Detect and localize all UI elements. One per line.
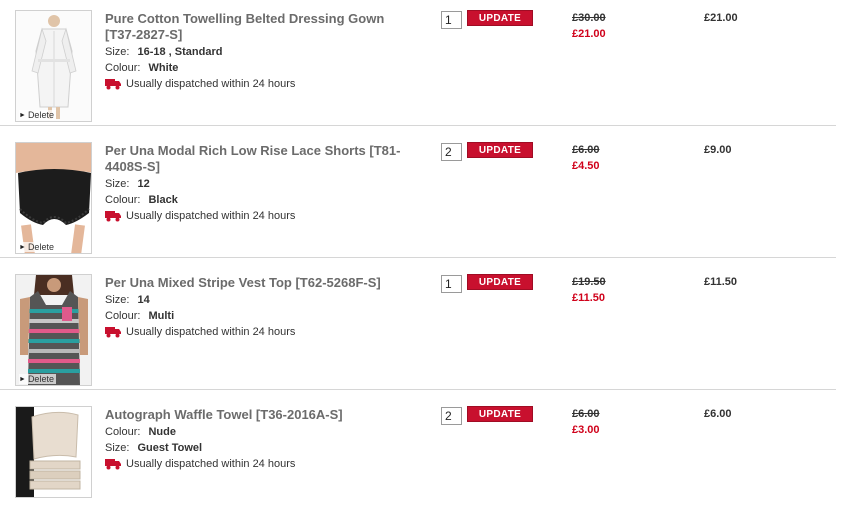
product-title[interactable]: Autograph Waffle Towel [T36-2016A-S] (105, 407, 415, 423)
attribute-value: Multi (148, 310, 175, 322)
attribute-label: Size: (105, 442, 130, 454)
quantity-input[interactable]: 2 (441, 407, 462, 425)
item-details: Autograph Waffle Towel [T36-2016A-S] Col… (105, 407, 415, 471)
dispatch-text: Usually dispatched within 24 hours (126, 78, 296, 90)
delete-label: Delete (27, 242, 54, 252)
line-total: £9.00 (704, 144, 732, 156)
lace-shorts-image (16, 143, 91, 253)
update-button[interactable]: UPDATE (467, 274, 533, 290)
delete-link[interactable]: ► Delete (19, 374, 56, 384)
item-attribute: Size: 14 (105, 293, 415, 307)
attribute-value: Black (148, 194, 178, 206)
line-total: £21.00 (704, 12, 738, 24)
towel-image (16, 407, 91, 497)
original-price: £19.50 (572, 276, 606, 288)
row-divider (0, 257, 836, 258)
dispatch-info: Usually dispatched within 24 hours (105, 209, 415, 223)
attribute-value: White (148, 62, 179, 74)
original-price: £6.00 (572, 144, 600, 156)
row-divider (0, 389, 836, 390)
line-total: £6.00 (704, 408, 732, 420)
sale-price: £3.00 (572, 424, 600, 436)
basket-item-row: ► Delete Per Una Modal Rich Low Rise Lac… (0, 132, 836, 264)
basket-item-row: ► Delete Pure Cotton Towelling Belted Dr… (0, 0, 836, 132)
attribute-label: Size: (105, 46, 130, 58)
attribute-label: Colour: (105, 426, 141, 438)
delivery-truck-icon (105, 211, 121, 222)
attribute-value: Guest Towel (137, 442, 203, 454)
attribute-value: 12 (137, 178, 150, 190)
product-thumbnail[interactable]: ► Delete (15, 142, 92, 254)
attribute-label: Size: (105, 178, 130, 190)
delete-label: Delete (27, 374, 54, 384)
product-thumbnail[interactable] (15, 406, 92, 498)
dispatch-text: Usually dispatched within 24 hours (126, 326, 296, 338)
quantity-input[interactable]: 1 (441, 275, 462, 293)
line-total: £11.50 (704, 276, 738, 288)
quantity-input[interactable]: 2 (441, 143, 462, 161)
item-details: Pure Cotton Towelling Belted Dressing Go… (105, 11, 415, 91)
sale-price: £11.50 (572, 292, 606, 304)
item-attribute: Size: 12 (105, 177, 415, 191)
delivery-truck-icon (105, 459, 121, 470)
product-thumbnail[interactable]: ► Delete (15, 10, 92, 122)
delivery-truck-icon (105, 79, 121, 90)
item-attribute: Colour: White (105, 61, 415, 75)
delete-link[interactable]: ► Delete (19, 110, 56, 120)
sale-price: £4.50 (572, 160, 600, 172)
arrow-right-icon: ► (19, 111, 26, 119)
item-attribute: Colour: Black (105, 193, 415, 207)
item-attribute: Size: 16-18 , Standard (105, 45, 415, 59)
vest-top-image (16, 275, 91, 385)
dispatch-info: Usually dispatched within 24 hours (105, 457, 415, 471)
attribute-label: Colour: (105, 310, 141, 322)
dispatch-text: Usually dispatched within 24 hours (126, 210, 296, 222)
dispatch-info: Usually dispatched within 24 hours (105, 325, 415, 339)
attribute-value: 16-18 , Standard (137, 46, 223, 58)
sale-price: £21.00 (572, 28, 606, 40)
item-attribute: Colour: Nude (105, 425, 415, 439)
item-attribute: Colour: Multi (105, 309, 415, 323)
dressing-gown-image (16, 11, 91, 121)
product-thumbnail[interactable]: ► Delete (15, 274, 92, 386)
attribute-label: Colour: (105, 194, 141, 206)
update-button[interactable]: UPDATE (467, 406, 533, 422)
attribute-value: Nude (148, 426, 176, 438)
product-title[interactable]: Per Una Modal Rich Low Rise Lace Shorts … (105, 143, 415, 175)
dispatch-info: Usually dispatched within 24 hours (105, 77, 415, 91)
delete-link[interactable]: ► Delete (19, 242, 56, 252)
update-button[interactable]: UPDATE (467, 142, 533, 158)
original-price: £6.00 (572, 408, 600, 420)
quantity-input[interactable]: 1 (441, 11, 462, 29)
delete-label: Delete (27, 110, 54, 120)
arrow-right-icon: ► (19, 375, 26, 383)
item-attribute: Size: Guest Towel (105, 441, 415, 455)
attribute-value: 14 (137, 294, 150, 306)
original-price: £30.00 (572, 12, 606, 24)
product-title[interactable]: Per Una Mixed Stripe Vest Top [T62-5268F… (105, 275, 415, 291)
attribute-label: Size: (105, 294, 130, 306)
basket-item-row: ► Delete Per Una Mixed Stripe Vest Top [… (0, 264, 836, 396)
item-details: Per Una Mixed Stripe Vest Top [T62-5268F… (105, 275, 415, 339)
row-divider (0, 125, 836, 126)
product-title[interactable]: Pure Cotton Towelling Belted Dressing Go… (105, 11, 415, 43)
arrow-right-icon: ► (19, 243, 26, 251)
basket-item-row: Autograph Waffle Towel [T36-2016A-S] Col… (0, 396, 836, 505)
delivery-truck-icon (105, 327, 121, 338)
item-details: Per Una Modal Rich Low Rise Lace Shorts … (105, 143, 415, 223)
attribute-label: Colour: (105, 62, 141, 74)
dispatch-text: Usually dispatched within 24 hours (126, 458, 296, 470)
update-button[interactable]: UPDATE (467, 10, 533, 26)
